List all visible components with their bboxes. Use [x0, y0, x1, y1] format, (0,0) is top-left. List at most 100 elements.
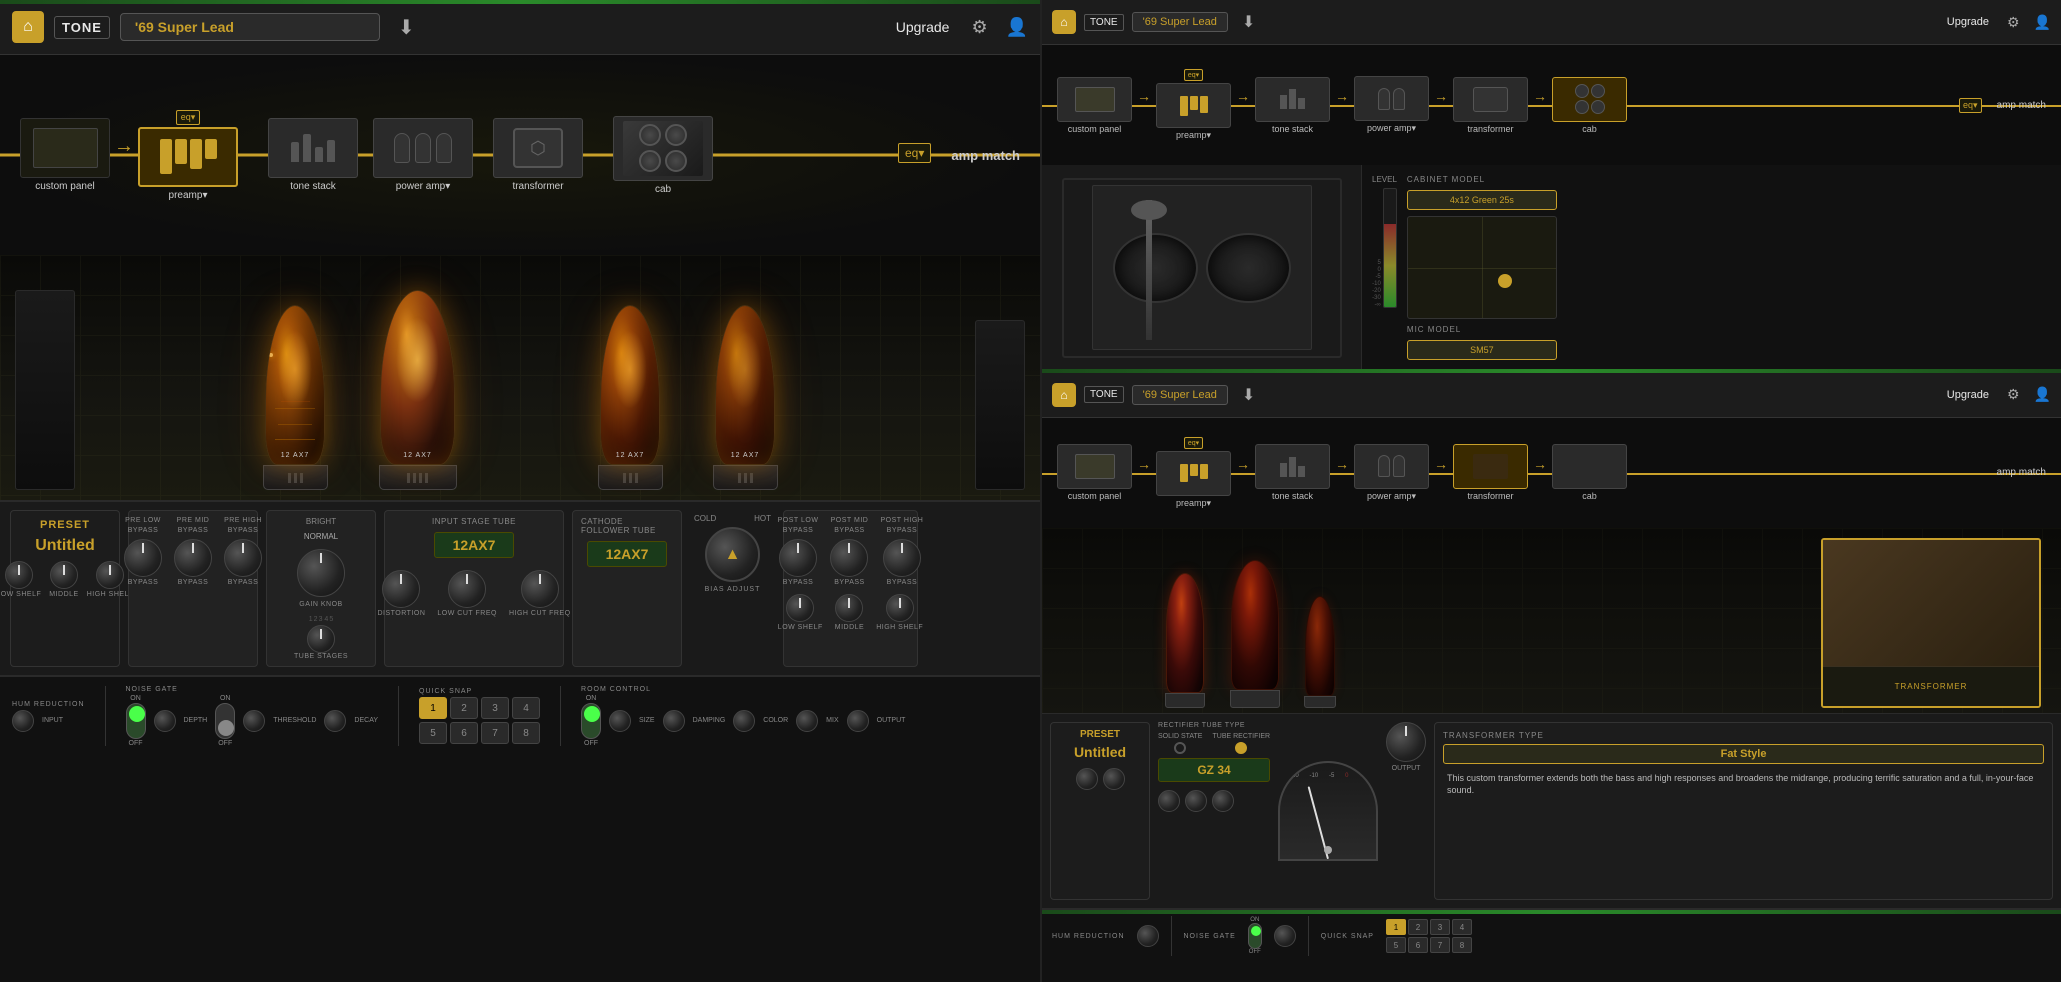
input-tube-value[interactable]: 12AX7 — [434, 532, 514, 558]
post-low-knob[interactable] — [779, 539, 817, 577]
snap-7[interactable]: 7 — [481, 722, 509, 744]
rt-upgrade[interactable]: Upgrade — [1947, 16, 1989, 28]
rb-upgrade[interactable]: Upgrade — [1947, 389, 1989, 401]
rt-eq-right[interactable]: eq▾ — [1959, 98, 1982, 113]
rt-sc-transformer[interactable]: transformer — [1453, 77, 1528, 134]
rb-input-knob[interactable] — [1076, 768, 1098, 790]
depth-knob[interactable] — [154, 710, 176, 732]
size-knob[interactable] — [609, 710, 631, 732]
save-icon[interactable]: ⬇ — [398, 15, 415, 40]
pre-high-knob[interactable] — [224, 539, 262, 577]
rb-snap-3[interactable]: 3 — [1430, 919, 1450, 935]
snap-2[interactable]: 2 — [450, 697, 478, 719]
rb-snap-1[interactable]: 1 — [1386, 919, 1406, 935]
preset-name-display[interactable]: '69 Super Lead — [120, 13, 380, 41]
rb-save-icon[interactable]: ⬇ — [1242, 385, 1255, 405]
rt-save-icon[interactable]: ⬇ — [1242, 12, 1255, 32]
rt-preset-name[interactable]: '69 Super Lead — [1132, 12, 1228, 32]
rb-preset-name[interactable]: '69 Super Lead — [1132, 385, 1228, 405]
transformer-type-value[interactable]: Fat Style — [1443, 744, 2044, 764]
snap-3[interactable]: 3 — [481, 697, 509, 719]
post-mid-knob[interactable] — [830, 539, 868, 577]
damping-knob[interactable] — [663, 710, 685, 732]
user-icon[interactable]: 👤 — [1006, 17, 1028, 38]
rb-amp-match[interactable]: amp match — [1997, 467, 2046, 478]
rb-snap-7[interactable]: 7 — [1430, 937, 1450, 953]
input-knob[interactable] — [12, 710, 34, 732]
high-cut-freq-knob[interactable] — [521, 570, 559, 608]
rb-snap-8[interactable]: 8 — [1452, 937, 1472, 953]
settings-icon[interactable]: ⚙ — [971, 17, 987, 38]
high-shelf-knob[interactable] — [96, 561, 124, 589]
sc-item-custom-panel[interactable]: custom panel — [20, 118, 110, 192]
rb-attack-knob[interactable] — [1158, 790, 1180, 812]
rectifier-tube-value[interactable]: GZ 34 — [1158, 758, 1270, 782]
rt-settings-icon[interactable]: ⚙ — [2007, 14, 2020, 31]
rt-sc-custom-panel[interactable]: custom panel — [1057, 77, 1132, 134]
rb-settings-icon[interactable]: ⚙ — [2007, 386, 2020, 403]
post-middle-knob[interactable] — [835, 594, 863, 622]
pre-low-knob[interactable] — [124, 539, 162, 577]
color-knob[interactable] — [733, 710, 755, 732]
bias-adjust-knob[interactable] — [705, 527, 760, 582]
sc-item-power-amp[interactable]: power amp▾ — [373, 118, 473, 192]
rt-home-icon[interactable]: ⌂ — [1052, 10, 1076, 34]
middle-knob[interactable] — [50, 561, 78, 589]
sc-amp-match[interactable]: amp match — [951, 148, 1020, 163]
upgrade-button[interactable]: Upgrade — [896, 19, 950, 35]
rb-snap-4[interactable]: 4 — [1452, 919, 1472, 935]
rb-snap-2[interactable]: 2 — [1408, 919, 1428, 935]
rt-user-icon[interactable]: 👤 — [2034, 14, 2051, 31]
post-high-knob[interactable] — [883, 539, 921, 577]
rb-user-icon[interactable]: 👤 — [2034, 386, 2051, 403]
room-toggle[interactable] — [581, 703, 601, 739]
snap-1[interactable]: 1 — [419, 697, 447, 719]
rb-snap-5[interactable]: 5 — [1386, 937, 1406, 953]
sc-item-transformer[interactable]: ⬡ transformer — [493, 118, 583, 192]
tube-stages-knob[interactable] — [307, 625, 335, 653]
home-icon[interactable]: ⌂ — [12, 11, 44, 43]
sc-eq-right[interactable]: eq▾ — [898, 143, 931, 167]
sc-item-tone-stack[interactable]: tone stack — [268, 118, 358, 192]
rb-sc-custom-panel[interactable]: custom panel — [1057, 444, 1132, 501]
output-knob[interactable] — [847, 710, 869, 732]
snap-6[interactable]: 6 — [450, 722, 478, 744]
rb-ratio-knob[interactable] — [1103, 768, 1125, 790]
rb-compression-knob[interactable] — [1212, 790, 1234, 812]
post-low-shelf-knob[interactable] — [786, 594, 814, 622]
rb-sc-tone-stack[interactable]: tone stack — [1255, 444, 1330, 501]
mix-knob[interactable] — [796, 710, 818, 732]
decay-knob[interactable] — [324, 710, 346, 732]
rb-hum-knob[interactable] — [1137, 925, 1159, 947]
rb-sc-preamp[interactable]: eq▾ preamp▾ — [1156, 437, 1231, 509]
rb-home-icon[interactable]: ⌂ — [1052, 383, 1076, 407]
post-high-shelf-knob[interactable] — [886, 594, 914, 622]
rb-sc-transformer[interactable]: transformer — [1453, 444, 1528, 501]
rb-snap-6[interactable]: 6 — [1408, 937, 1428, 953]
snap-4[interactable]: 4 — [512, 697, 540, 719]
rb-sc-power-amp[interactable]: power amp▾ — [1354, 444, 1429, 502]
low-cut-freq-knob[interactable] — [448, 570, 486, 608]
mic-position-display[interactable] — [1407, 216, 1557, 319]
distortion-knob[interactable] — [382, 570, 420, 608]
snap-5[interactable]: 5 — [419, 722, 447, 744]
cathode-tube-value[interactable]: 12AX7 — [587, 541, 667, 567]
pre-mid-knob[interactable] — [174, 539, 212, 577]
solid-state-option[interactable]: SOLID STATE — [1158, 733, 1202, 754]
tube-rectifier-option[interactable]: TUBE RECTIFIER — [1212, 733, 1270, 754]
rt-sc-preamp[interactable]: eq▾ preamp▾ — [1156, 69, 1231, 141]
gain-knob[interactable] — [297, 549, 345, 597]
rb-output-knob[interactable] — [1386, 722, 1426, 762]
sc-item-preamp[interactable]: eq▾ preamp▾ — [138, 110, 238, 201]
rb-sc-cab[interactable]: cab — [1552, 444, 1627, 501]
rb-release-knob[interactable] — [1185, 790, 1207, 812]
rt-sc-tone-stack[interactable]: tone stack — [1255, 77, 1330, 134]
rt-sc-cab[interactable]: cab — [1552, 77, 1627, 134]
mic-model-value[interactable]: SM57 — [1407, 340, 1557, 360]
low-shelf-knob[interactable] — [5, 561, 33, 589]
noise-gate-toggle-2[interactable] — [215, 703, 235, 739]
snap-8[interactable]: 8 — [512, 722, 540, 744]
rb-noise-toggle[interactable] — [1248, 923, 1262, 949]
threshold-knob[interactable] — [243, 710, 265, 732]
rt-amp-match[interactable]: amp match — [1997, 100, 2046, 111]
